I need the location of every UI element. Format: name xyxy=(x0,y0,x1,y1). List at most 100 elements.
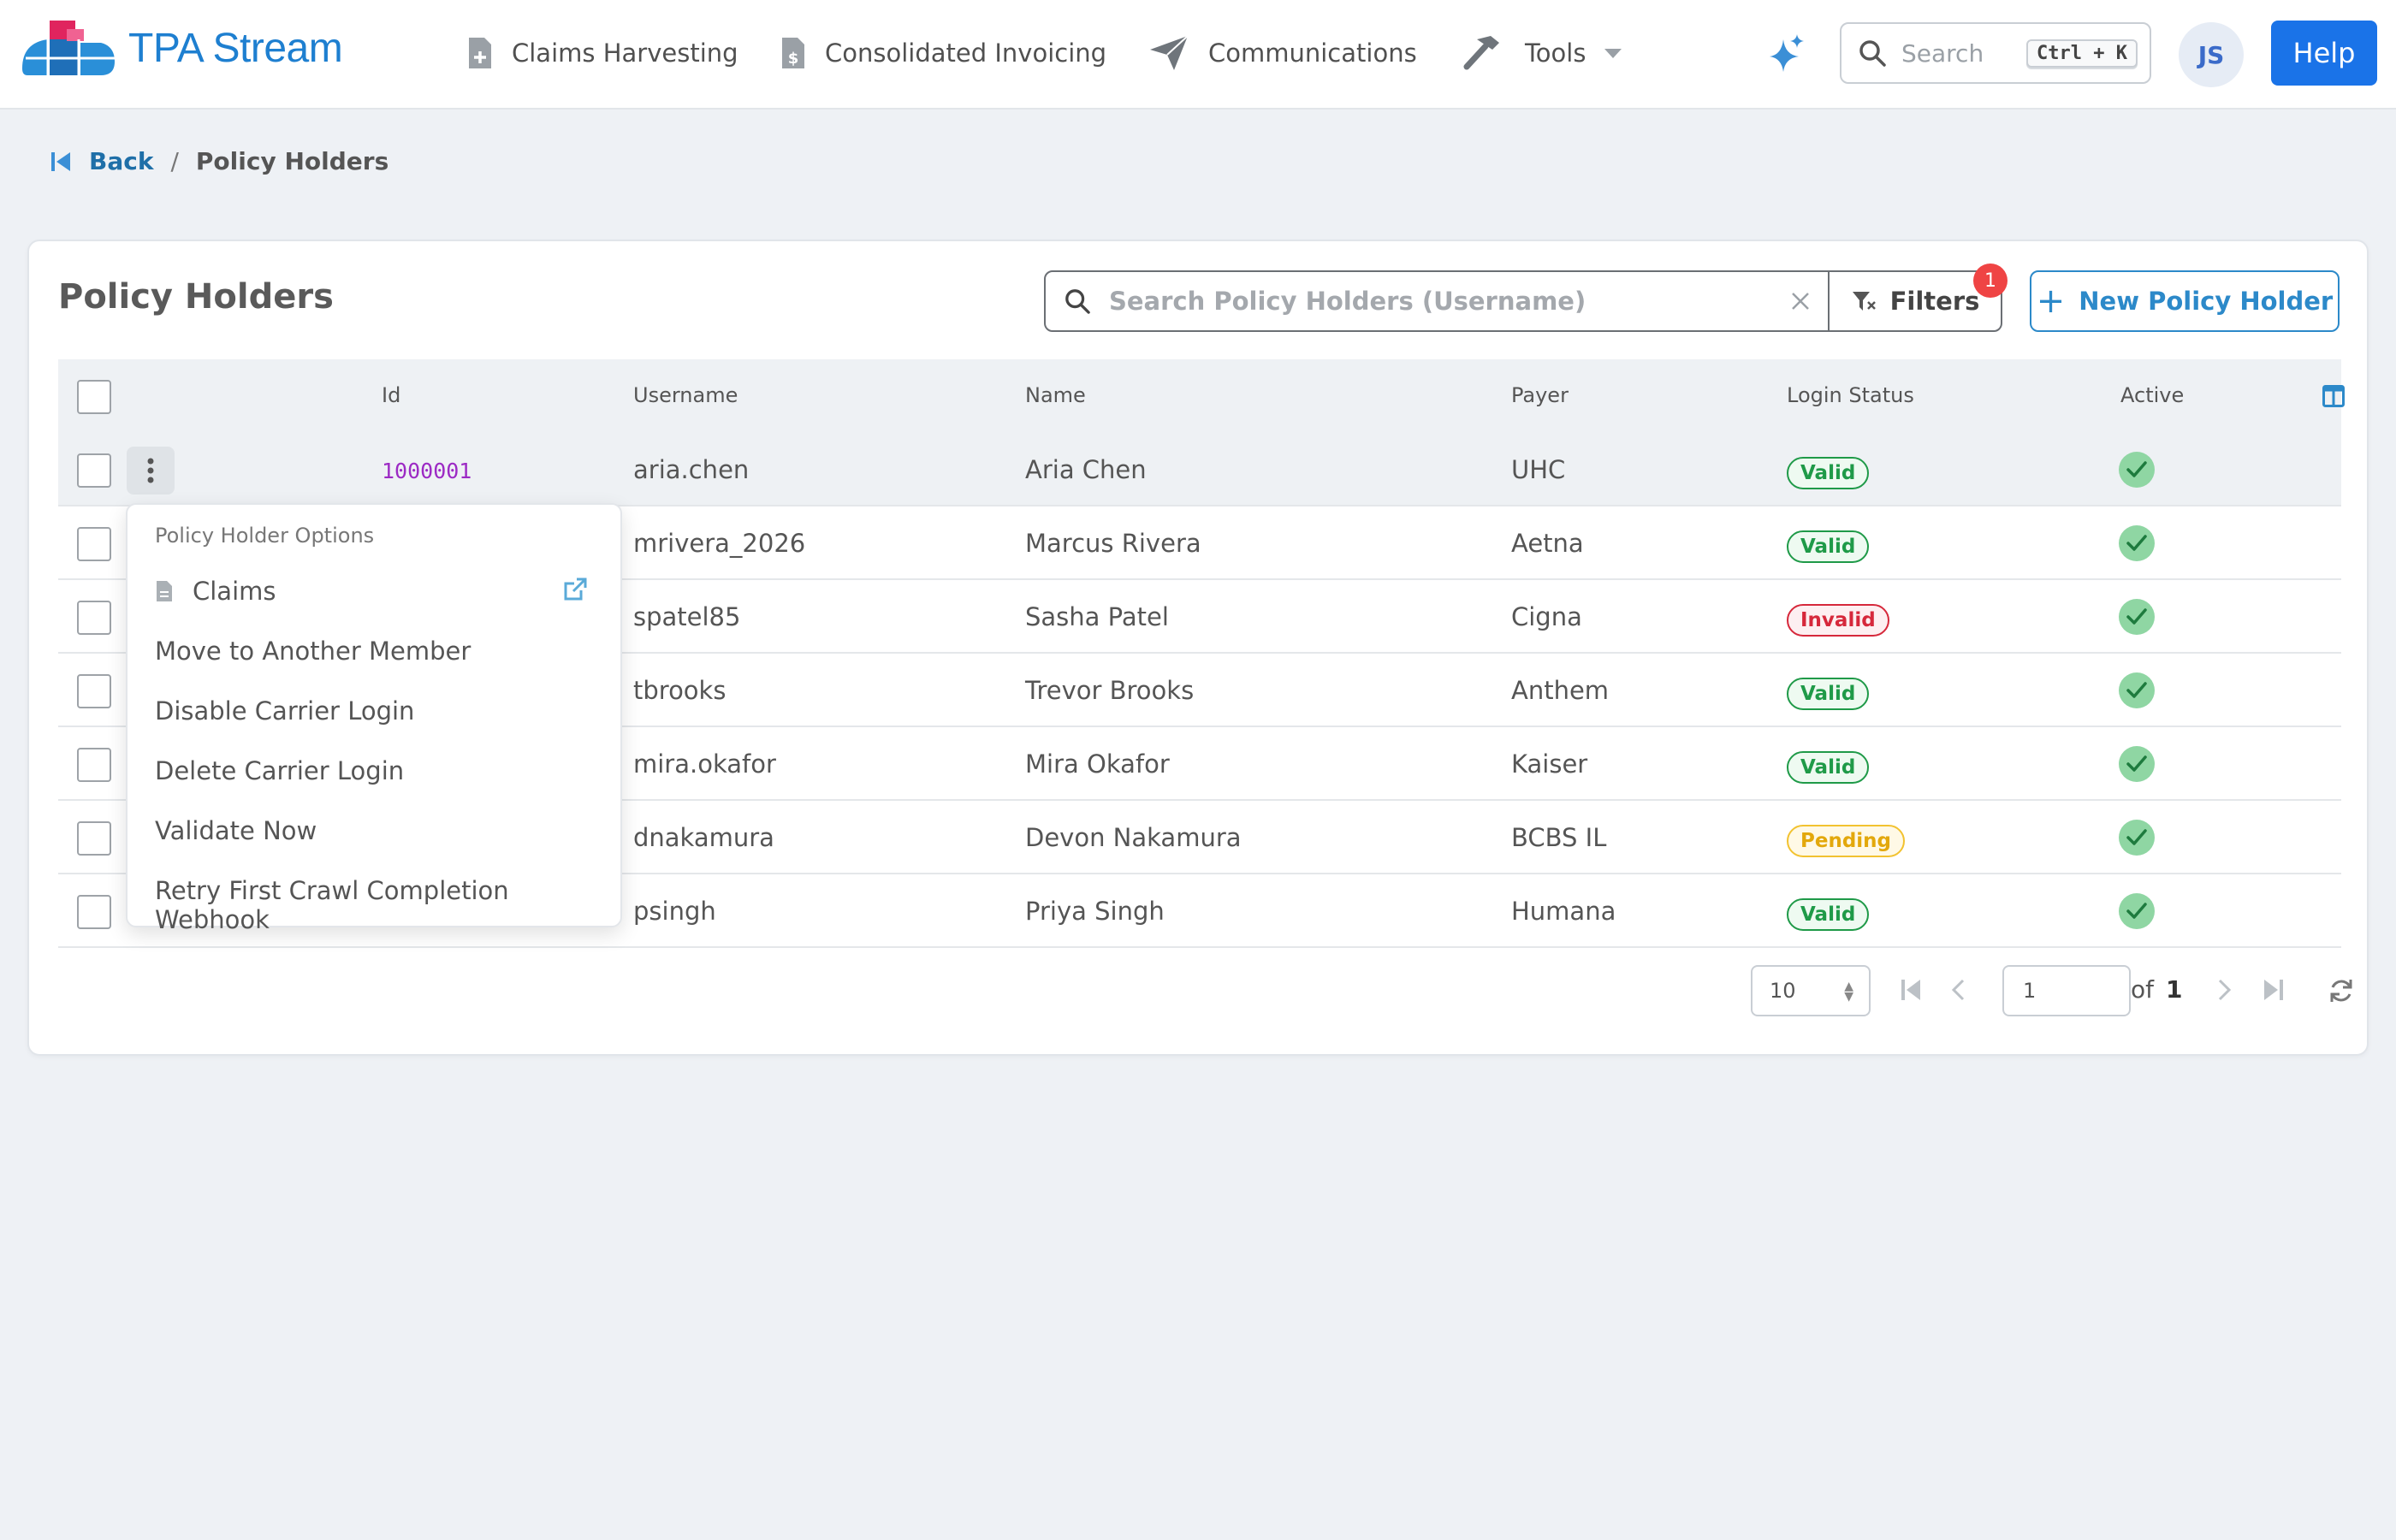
next-page-icon[interactable] xyxy=(2216,977,2233,1003)
pagination: 10 ▲ ▼ 1 of 1 xyxy=(29,965,2370,1016)
search-shortcut: Ctrl + K xyxy=(2026,38,2138,68)
menu-item-disable-carrier-login[interactable]: Disable Carrier Login xyxy=(155,696,414,726)
help-button[interactable]: Help xyxy=(2271,21,2377,86)
page-size-value: 10 xyxy=(1770,979,1796,1003)
cell-username: mira.okafor xyxy=(633,749,776,779)
page-title: Policy Holders xyxy=(58,277,334,317)
total-pages: 1 xyxy=(2166,975,2183,1004)
menu-item-retry-webhook[interactable]: Retry First Crawl Completion Webhook xyxy=(155,876,620,934)
avatar[interactable]: JS xyxy=(2179,22,2244,87)
cell-name: Aria Chen xyxy=(1025,455,1147,484)
active-check-icon xyxy=(2119,672,2155,708)
column-settings-icon[interactable] xyxy=(2322,385,2345,407)
page-of-label: of xyxy=(2131,975,2154,1004)
cell-payer: UHC xyxy=(1511,455,1566,484)
global-search[interactable]: Search Ctrl + K xyxy=(1840,22,2151,84)
column-header-id[interactable]: Id xyxy=(382,383,400,407)
status-badge: Valid xyxy=(1787,457,1870,489)
menu-item-move-to-another-member[interactable]: Move to Another Member xyxy=(155,637,471,666)
cell-username: aria.chen xyxy=(633,455,750,484)
last-page-icon[interactable] xyxy=(2263,977,2285,1003)
logo[interactable]: TPA Stream xyxy=(19,17,343,79)
document-plus-icon xyxy=(469,38,491,68)
active-check-icon xyxy=(2119,525,2155,561)
breadcrumb: Back / Policy Holders xyxy=(51,147,388,175)
status-badge: Invalid xyxy=(1787,604,1889,637)
column-header-username[interactable]: Username xyxy=(633,383,738,407)
cell-name: Trevor Brooks xyxy=(1025,676,1195,705)
cell-name: Marcus Rivera xyxy=(1025,529,1201,558)
active-check-icon xyxy=(2119,452,2155,488)
status-badge: Valid xyxy=(1787,678,1870,710)
cell-username: dnakamura xyxy=(633,823,774,852)
table-row[interactable]: 1000001 aria.chen Aria Chen UHC Valid xyxy=(58,433,2341,506)
policy-holder-options-menu: Policy Holder Options Claims Move to Ano… xyxy=(126,503,622,934)
plus-icon: + xyxy=(2036,281,2066,321)
cell-payer: Kaiser xyxy=(1511,749,1588,779)
status-badge: Valid xyxy=(1787,751,1870,784)
chevron-down-icon xyxy=(1604,48,1622,58)
column-header-payer[interactable]: Payer xyxy=(1511,383,1569,407)
svg-text:$: $ xyxy=(788,50,799,68)
active-check-icon xyxy=(2119,746,2155,782)
filters-label: Filters xyxy=(1889,287,1980,316)
menu-header: Policy Holder Options xyxy=(155,524,375,548)
column-header-name[interactable]: Name xyxy=(1025,383,1086,407)
search-icon xyxy=(1859,40,1886,67)
cell-username: tbrooks xyxy=(633,676,727,705)
clear-icon[interactable] xyxy=(1790,291,1811,311)
nav-tools[interactable]: Tools xyxy=(1462,27,1622,79)
menu-item-label: Claims xyxy=(193,577,276,606)
page-size-select[interactable]: 10 ▲ ▼ xyxy=(1751,965,1871,1016)
row-checkbox[interactable] xyxy=(77,601,111,635)
previous-page-icon[interactable] xyxy=(1949,977,1966,1003)
cell-payer: Anthem xyxy=(1511,676,1610,705)
nav-label: Consolidated Invoicing xyxy=(825,38,1107,68)
menu-item-delete-carrier-login[interactable]: Delete Carrier Login xyxy=(155,756,404,785)
ai-sparkle-icon[interactable] xyxy=(1768,33,1806,74)
menu-item-claims[interactable]: Claims xyxy=(155,577,276,606)
page-number-input[interactable]: 1 xyxy=(2002,965,2131,1016)
new-policy-holder-button[interactable]: + New Policy Holder xyxy=(2030,270,2340,332)
refresh-icon[interactable] xyxy=(2328,977,2355,1004)
cell-username: mrivera_2026 xyxy=(633,529,806,558)
cell-payer: Cigna xyxy=(1511,602,1582,631)
logo-text: TPA Stream xyxy=(128,25,343,71)
status-badge: Valid xyxy=(1787,530,1870,563)
column-header-active[interactable]: Active xyxy=(2120,383,2184,407)
nav-communications[interactable]: Communications xyxy=(1148,27,1417,79)
document-icon xyxy=(157,581,172,601)
status-badge: Valid xyxy=(1787,898,1870,931)
column-header-login-status[interactable]: Login Status xyxy=(1787,383,1914,407)
row-checkbox[interactable] xyxy=(77,453,111,488)
active-check-icon xyxy=(2119,820,2155,856)
nav-consolidated-invoicing[interactable]: $ Consolidated Invoicing xyxy=(780,27,1106,79)
policy-holder-search-input[interactable]: Search Policy Holders (Username) xyxy=(1044,270,1830,332)
row-checkbox[interactable] xyxy=(77,527,111,561)
paper-plane-icon xyxy=(1150,35,1189,70)
nav-label: Communications xyxy=(1208,38,1417,68)
hammer-icon xyxy=(1463,36,1499,70)
row-checkbox[interactable] xyxy=(77,674,111,708)
select-all-checkbox[interactable] xyxy=(77,380,111,414)
menu-item-validate-now[interactable]: Validate Now xyxy=(155,816,317,845)
cell-name: Sasha Patel xyxy=(1025,602,1169,631)
cell-id[interactable]: 1000001 xyxy=(382,459,471,483)
active-check-icon xyxy=(2119,893,2155,929)
first-page-icon[interactable] xyxy=(1900,977,1922,1003)
row-options-button[interactable] xyxy=(127,447,175,495)
row-checkbox[interactable] xyxy=(77,821,111,856)
cell-username: psingh xyxy=(633,897,716,926)
global-search-placeholder: Search xyxy=(1901,38,1984,68)
page-count: of 1 xyxy=(2131,975,2182,1004)
status-badge: Pending xyxy=(1787,825,1906,857)
row-checkbox[interactable] xyxy=(77,748,111,782)
breadcrumb-back-link[interactable]: Back xyxy=(89,147,153,175)
filters-count-badge: 1 xyxy=(1973,264,2008,298)
nav-label: Tools xyxy=(1525,38,1586,68)
row-checkbox[interactable] xyxy=(77,895,111,929)
cell-payer: Aetna xyxy=(1511,529,1584,558)
external-link-icon[interactable] xyxy=(562,577,588,602)
back-arrow-icon[interactable] xyxy=(51,151,70,173)
nav-claims-harvesting[interactable]: Claims Harvesting xyxy=(467,27,738,79)
